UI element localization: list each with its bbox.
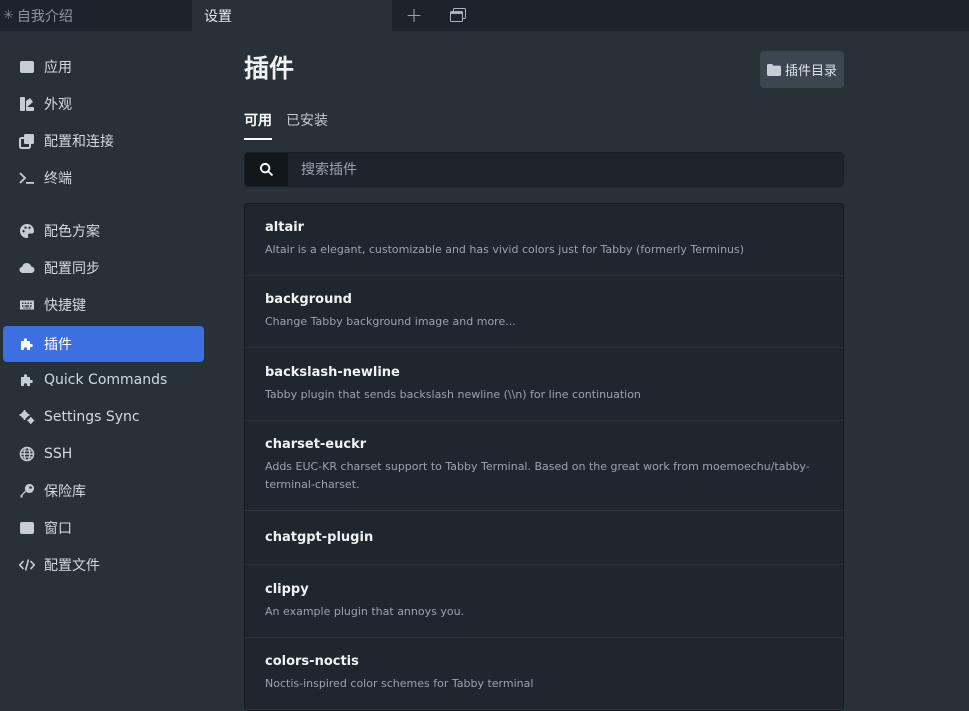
sidebar-item-ssh[interactable]: SSH <box>3 436 204 472</box>
sidebar-item-label: 终端 <box>44 171 72 187</box>
sidebar-item-label: 配色方案 <box>44 224 100 240</box>
cloud-icon <box>18 259 36 277</box>
sidebar-item-color-scheme[interactable]: 配色方案 <box>3 213 204 249</box>
list-item[interactable]: colors-noctis Noctis-inspired color sche… <box>245 638 843 710</box>
window-icon <box>18 519 36 537</box>
sidebar-item-label: 应用 <box>44 60 72 76</box>
search-input[interactable] <box>288 153 843 186</box>
tab-available[interactable]: 可用 <box>244 110 272 140</box>
sidebar-item-settings-sync[interactable]: Settings Sync <box>3 399 204 435</box>
clone-icon <box>18 132 36 150</box>
plugin-name: backslash-newline <box>265 364 400 380</box>
sidebar-item-label: Settings Sync <box>44 409 140 425</box>
sidebar-item-label: 保险库 <box>44 484 86 500</box>
tab-self-intro[interactable]: ✳ 自我介绍 <box>0 0 192 31</box>
tab-label: 自我介绍 <box>16 8 73 25</box>
sidebar-item-label: 窗口 <box>44 521 72 537</box>
plugin-name: chatgpt-plugin <box>265 530 374 545</box>
sidebar-item-terminal[interactable]: 终端 <box>3 160 204 196</box>
terminal-prompt-icon <box>18 169 36 187</box>
sidebar-item-label: 配置同步 <box>44 261 100 277</box>
gears-icon <box>18 408 36 426</box>
window-icon <box>18 58 36 76</box>
sidebar: 应用 外观 配置和连接 终端 配色方案 配置同步 快捷键 插件 Quick Co… <box>0 31 210 709</box>
sidebar-item-application[interactable]: 应用 <box>3 49 204 85</box>
tab-label: 设置 <box>204 8 232 25</box>
sidebar-item-label: 快捷键 <box>44 298 86 314</box>
window-restore-icon[interactable] <box>446 4 470 26</box>
plugin-directory-button[interactable]: 插件目录 <box>760 51 844 88</box>
code-icon <box>18 556 36 574</box>
puzzle-icon <box>18 335 36 353</box>
sidebar-item-config-file[interactable]: 配置文件 <box>3 547 204 583</box>
list-item[interactable]: charset-euckr Adds EUC-KR charset suppor… <box>245 421 843 511</box>
tab-settings[interactable]: 设置 <box>192 0 392 31</box>
plugin-description: An example plugin that annoys you. <box>265 604 465 618</box>
sidebar-item-hotkeys[interactable]: 快捷键 <box>3 287 204 323</box>
tab-bar: ✳ 自我介绍 设置 + <box>0 0 969 31</box>
modified-marker: ✳ <box>3 8 14 23</box>
plugin-name: background <box>265 292 352 307</box>
plugin-description: Noctis-inspired color schemes for Tabby … <box>265 677 534 690</box>
sidebar-item-label: 插件 <box>44 337 72 353</box>
list-item[interactable]: clippy An example plugin that annoys you… <box>245 565 843 638</box>
sidebar-item-label: Quick Commands <box>44 372 168 388</box>
plugins-page: 插件 插件目录 可用 已安装 altair Altair is a elegan… <box>244 31 844 711</box>
plugin-name: altair <box>265 220 305 235</box>
paint-swatch-icon <box>18 95 36 113</box>
folder-icon <box>766 63 781 76</box>
sidebar-item-label: 配置和连接 <box>44 134 114 150</box>
sidebar-item-plugins[interactable]: 插件 <box>3 326 204 362</box>
page-title: 插件 <box>244 54 295 83</box>
puzzle-icon <box>18 371 36 389</box>
keyboard-icon <box>18 296 36 314</box>
sidebar-item-config-sync[interactable]: 配置同步 <box>3 250 204 286</box>
plugin-search <box>244 152 844 187</box>
sidebar-item-appearance[interactable]: 外观 <box>3 86 204 122</box>
list-item[interactable]: background Change Tabby background image… <box>245 276 843 348</box>
plugin-name: clippy <box>265 581 309 597</box>
sidebar-item-quick-commands[interactable]: Quick Commands <box>3 362 204 398</box>
plugin-name: charset-euckr <box>265 437 367 452</box>
plugin-description: Adds EUC-KR charset support to Tabby Ter… <box>265 460 810 491</box>
plugin-subtabs: 可用 已安装 <box>244 110 342 140</box>
list-item[interactable]: chatgpt-plugin <box>245 511 843 565</box>
plugin-description: Tabby plugin that sends backslash newlin… <box>265 387 641 401</box>
plugin-list: altair Altair is a elegant, customizable… <box>244 203 844 711</box>
key-icon <box>18 482 36 500</box>
plugin-description: Change Tabby background image and more..… <box>265 315 516 328</box>
tab-installed[interactable]: 已安装 <box>286 110 328 140</box>
sidebar-item-label: SSH <box>44 446 73 462</box>
plugin-directory-label: 插件目录 <box>784 64 837 79</box>
sidebar-item-vault[interactable]: 保险库 <box>3 473 204 509</box>
plugin-name: colors-noctis <box>265 654 359 669</box>
plugin-description: Altair is a elegant, customizable and ha… <box>265 243 745 256</box>
plus-icon[interactable]: + <box>402 3 426 27</box>
sidebar-item-label: 外观 <box>44 97 72 113</box>
search-icon <box>245 153 288 186</box>
globe-icon <box>18 445 36 463</box>
sidebar-item-profiles[interactable]: 配置和连接 <box>3 123 204 159</box>
list-item[interactable]: altair Altair is a elegant, customizable… <box>245 204 843 276</box>
sidebar-item-label: 配置文件 <box>44 558 100 574</box>
sidebar-item-window[interactable]: 窗口 <box>3 510 204 546</box>
palette-icon <box>18 222 36 240</box>
list-item[interactable]: backslash-newline Tabby plugin that send… <box>245 348 843 421</box>
